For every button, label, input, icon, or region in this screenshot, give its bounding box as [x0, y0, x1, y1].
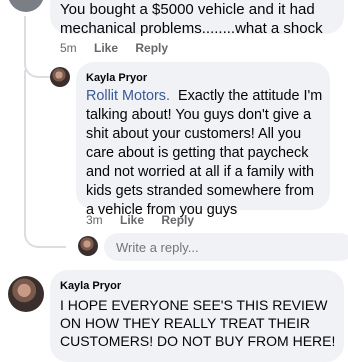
comment-author[interactable]: Kayla Pryor: [60, 280, 121, 292]
user-avatar: [78, 236, 98, 256]
commenter-avatar[interactable]: [8, 0, 44, 12]
commenter-avatar[interactable]: [50, 67, 70, 87]
commenter-avatar[interactable]: [8, 276, 44, 312]
mention-link[interactable]: Rollit Motors.: [86, 88, 170, 104]
like-button[interactable]: Like: [94, 41, 118, 55]
comment-time[interactable]: 3m: [86, 213, 103, 227]
like-button[interactable]: Like: [120, 213, 144, 227]
comment-bubble: Kayla Pryor Rollit Motors. Exactly the a…: [76, 62, 330, 218]
comment-meta: 3m Like Reply: [86, 213, 208, 227]
comment-text-line2: mechanical problems........what a shock: [60, 20, 323, 37]
reply-button[interactable]: Reply: [161, 213, 194, 227]
comment-author[interactable]: Kayla Pryor: [86, 72, 147, 84]
reply-input[interactable]: [104, 233, 348, 261]
comment-text: Rollit Motors. Exactly the attitude I'm …: [86, 87, 324, 220]
comment-bubble: You bought a $5000 vehicle and it had me…: [50, 0, 344, 37]
thread-connector: [24, 70, 66, 248]
reply-button[interactable]: Reply: [135, 41, 168, 55]
comment-meta: 5m Like Reply: [60, 41, 182, 55]
comment-text-body: Exactly the attitude I'm talking about! …: [86, 88, 323, 218]
comment-text: I HOPE EVERYONE SEE'S THIS REVIEW ON HOW…: [60, 297, 336, 349]
comment-bubble: Kayla Pryor I HOPE EVERYONE SEE'S THIS R…: [50, 270, 344, 362]
comment-text-line1: You bought a $5000 vehicle and it had: [60, 1, 315, 18]
